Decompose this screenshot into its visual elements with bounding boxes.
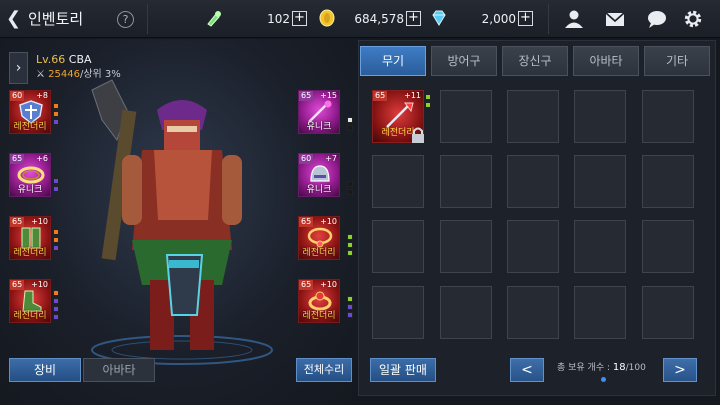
equipment-slot-boots[interactable]: 65 +10 레전더리	[9, 279, 51, 323]
back-arrow-icon[interactable]: ❮	[6, 8, 26, 30]
mail-icon[interactable]	[604, 9, 626, 29]
diamond-value: 2,000	[481, 12, 516, 26]
tab-equipment[interactable]: 장비	[9, 358, 81, 382]
gold-value: 684,578	[354, 12, 404, 26]
item-count-label: 총 보유 개수 :	[557, 363, 611, 373]
inventory-slot-empty[interactable]	[507, 220, 559, 273]
next-page-button[interactable]: >	[663, 358, 697, 382]
item-grade: 레전더리	[13, 248, 47, 258]
bracelet-icon	[17, 166, 45, 184]
inventory-slot-empty[interactable]	[642, 155, 694, 208]
boots-icon	[22, 290, 42, 312]
inventory-slot-empty[interactable]	[574, 220, 626, 273]
character-model	[91, 79, 273, 365]
inventory-slot-empty[interactable]	[440, 90, 492, 143]
inventory-slot-empty[interactable]	[642, 286, 694, 339]
gem-sockets	[53, 103, 60, 127]
tab-armor[interactable]: 방어구	[431, 46, 497, 76]
inventory-slot-item[interactable]: 65 +11 레전더리	[372, 90, 424, 143]
item-level: 65	[373, 91, 388, 101]
character-name: CBA	[68, 53, 92, 66]
diamond-add-button[interactable]: +	[518, 11, 533, 26]
level-value: Lv.66	[36, 53, 66, 66]
item-grade: 유니크	[17, 185, 43, 195]
chat-icon[interactable]	[646, 9, 668, 29]
inventory-slot-empty[interactable]	[574, 286, 626, 339]
inventory-slot-empty[interactable]	[642, 90, 694, 143]
divider	[147, 4, 148, 34]
item-grade: 레전더리	[302, 311, 336, 321]
item-count-current: 18	[612, 362, 626, 373]
top-bar: ❮ 인벤토리 ? 102 + 684,578 + 2,000 +	[0, 0, 720, 38]
inventory-slot-empty[interactable]	[440, 220, 492, 273]
gold-coin-icon	[319, 9, 335, 27]
item-grade: 유니크	[306, 122, 332, 132]
tab-avatar[interactable]: 아바타	[83, 358, 155, 382]
inventory-slot-empty[interactable]	[642, 220, 694, 273]
gem-sockets	[347, 117, 354, 133]
shield-armor-icon	[19, 100, 43, 124]
inventory-tabs: 무기 방어구 장신구 아바타 기타	[360, 46, 712, 76]
tab-etc[interactable]: 기타	[644, 46, 710, 76]
staff-weapon-icon	[308, 100, 332, 123]
gem-sockets	[347, 234, 354, 258]
leg-armor-icon	[21, 227, 41, 249]
item-grade: 유니크	[306, 185, 332, 195]
item-count: 총 보유 개수 : 18/100	[557, 362, 646, 374]
gem-sockets	[425, 94, 432, 110]
character-level: Lv.66 CBA	[36, 53, 92, 67]
gem-sockets	[53, 229, 60, 253]
stamina-add-button[interactable]: +	[292, 11, 307, 26]
gold-add-button[interactable]: +	[406, 11, 421, 26]
inventory-slot-empty[interactable]	[574, 90, 626, 143]
bulk-sell-button[interactable]: 일괄 판매	[370, 358, 436, 382]
lock-icon	[412, 127, 424, 143]
inventory-slot-empty[interactable]	[372, 286, 424, 339]
equipment-slot-necklace[interactable]: 65 +10 레전더리	[298, 216, 340, 260]
page-title: 인벤토리	[28, 10, 84, 28]
inventory-slot-empty[interactable]	[372, 155, 424, 208]
inventory-slot-empty[interactable]	[507, 155, 559, 208]
chevron-right-icon: ›	[15, 60, 22, 76]
necklace-icon	[307, 227, 333, 248]
ring-icon	[308, 291, 332, 311]
item-count-max: /100	[625, 363, 646, 373]
inventory-slot-empty[interactable]	[440, 155, 492, 208]
tab-inventory-avatar[interactable]: 아바타	[573, 46, 639, 76]
tab-accessory[interactable]: 장신구	[502, 46, 568, 76]
equipment-slot-legs[interactable]: 65 +10 레전더리	[9, 216, 51, 260]
item-grade: 레전더리	[13, 122, 47, 132]
swords-icon: ⚔	[36, 69, 45, 80]
equipment-slot-armor[interactable]: 60 +8 레전더리	[9, 90, 51, 134]
inventory-slot-empty[interactable]	[507, 286, 559, 339]
diamond-gem-icon	[432, 10, 446, 26]
prev-page-button[interactable]: <	[510, 358, 544, 382]
inventory-slot-empty[interactable]	[507, 90, 559, 143]
tab-weapon[interactable]: 무기	[360, 46, 426, 76]
gem-sockets	[347, 296, 354, 320]
stamina-potion-icon	[207, 11, 221, 27]
stamina-value: 102	[267, 12, 290, 26]
equipment-slot-bracelet[interactable]: 65 +6 유니크	[9, 153, 51, 197]
item-enhance: +11	[404, 91, 421, 100]
item-grade: 레전더리	[13, 311, 47, 321]
help-button[interactable]: ?	[117, 11, 134, 28]
equipment-slot-helmet[interactable]: 60 +7 유니크	[298, 153, 340, 197]
page-indicator	[601, 377, 606, 382]
inventory-slot-empty[interactable]	[574, 155, 626, 208]
helmet-icon	[310, 165, 330, 182]
repair-all-button[interactable]: 전체수리	[296, 358, 352, 382]
divider	[548, 4, 549, 34]
equipment-slot-weapon[interactable]: 65 +15 유니크	[298, 90, 340, 134]
inventory-slot-empty[interactable]	[440, 286, 492, 339]
gem-sockets	[347, 181, 354, 197]
item-grade: 레전더리	[302, 248, 336, 258]
inventory-slot-empty[interactable]	[372, 220, 424, 273]
user-icon[interactable]	[563, 9, 585, 29]
gem-sockets	[53, 290, 60, 322]
equipment-slot-ring[interactable]: 65 +10 레전더리	[298, 279, 340, 323]
settings-icon[interactable]	[682, 9, 704, 29]
gem-sockets	[53, 178, 60, 194]
expand-stats-button[interactable]: ›	[9, 52, 28, 84]
